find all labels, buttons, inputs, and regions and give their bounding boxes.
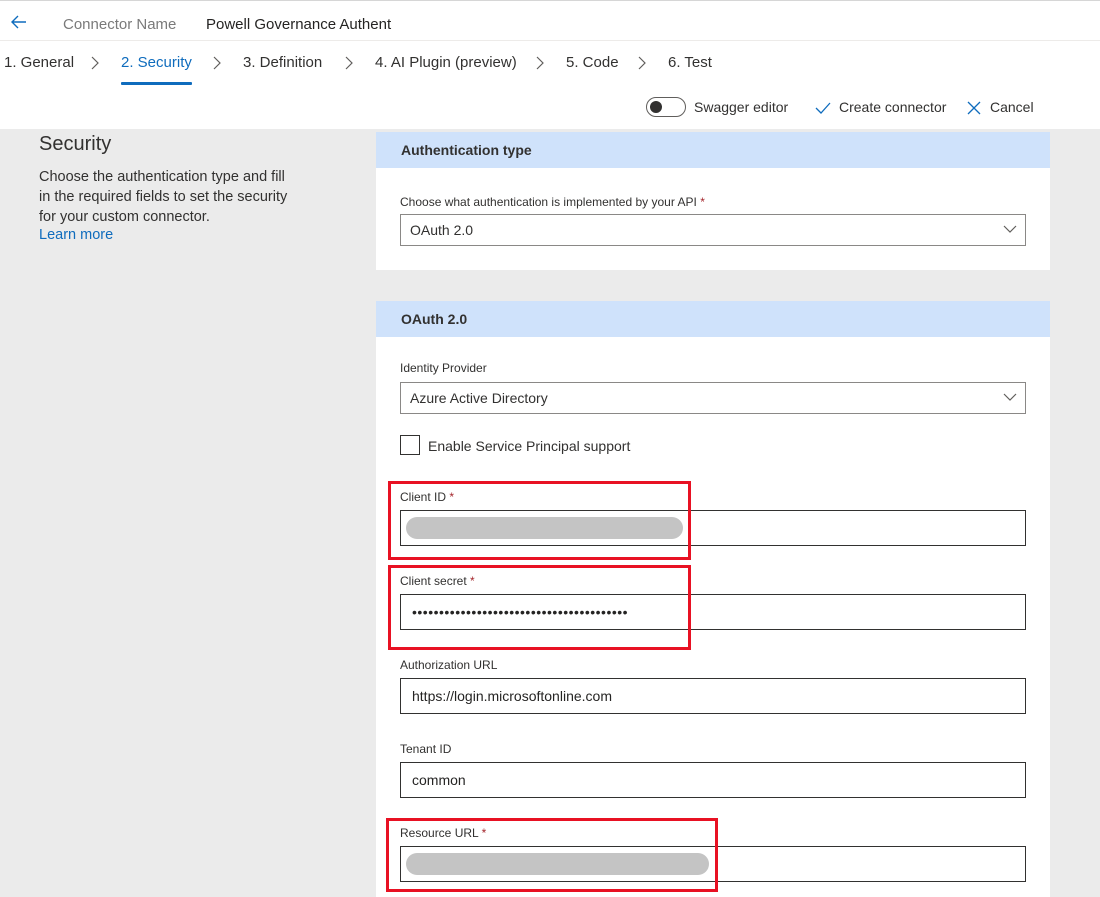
checkmark-icon: [815, 102, 831, 114]
chevron-down-icon: [1003, 225, 1017, 233]
required-mark: *: [700, 195, 705, 209]
identity-provider-dropdown[interactable]: Azure Active Directory: [400, 382, 1026, 414]
tenant-id-label: Tenant ID: [400, 742, 452, 756]
service-principal-label: Enable Service Principal support: [428, 438, 631, 454]
auth-type-dropdown[interactable]: OAuth 2.0: [400, 214, 1026, 246]
authorization-url-label: Authorization URL: [400, 658, 498, 672]
arrow-left-icon: [11, 15, 26, 29]
auth-type-label: Choose what authentication is implemente…: [400, 195, 705, 209]
highlight-box-client-secret: [388, 565, 691, 650]
chevron-right-icon: [345, 56, 353, 70]
connector-name-value[interactable]: Powell Governance Authent: [206, 16, 391, 33]
chevron-right-icon: [213, 56, 221, 70]
back-button[interactable]: [8, 11, 30, 33]
step-security[interactable]: 2. Security: [121, 54, 192, 71]
chevron-right-icon: [638, 56, 646, 70]
oauth2-header: OAuth 2.0: [376, 301, 1050, 337]
cancel-label: Cancel: [990, 99, 1034, 115]
connector-name-label: Connector Name: [63, 16, 177, 33]
identity-provider-selected: Azure Active Directory: [410, 390, 548, 406]
learn-more-link[interactable]: Learn more: [39, 227, 113, 243]
step-code[interactable]: 5. Code: [566, 54, 619, 71]
section-title: Security: [39, 133, 112, 155]
swagger-editor-label[interactable]: Swagger editor: [694, 99, 788, 115]
highlight-box-resource-url: [386, 818, 718, 892]
highlight-box-client-id: [388, 481, 691, 560]
close-icon: [967, 101, 981, 115]
section-description: Choose the authentication type and fill …: [39, 169, 288, 225]
step-general[interactable]: 1. General: [4, 54, 74, 71]
top-bar: Connector Name Powell Governance Authent: [0, 0, 1100, 41]
step-ai-plugin[interactable]: 4. AI Plugin (preview): [375, 54, 517, 71]
authorization-url-input[interactable]: https://login.microsoftonline.com: [400, 678, 1026, 714]
wizard-steps: 1. General 2. Security 3. Definition 4. …: [0, 41, 1100, 89]
create-connector-button[interactable]: Create connector: [812, 95, 948, 121]
tenant-id-input[interactable]: common: [400, 762, 1026, 798]
toolbar: Swagger editor Create connector Cancel: [0, 89, 1100, 129]
auth-type-selected: OAuth 2.0: [410, 222, 474, 238]
chevron-right-icon: [91, 56, 99, 70]
toggle-knob: [650, 101, 662, 113]
swagger-editor-toggle[interactable]: [646, 97, 686, 117]
chevron-right-icon: [536, 56, 544, 70]
step-test[interactable]: 6. Test: [668, 54, 712, 71]
authentication-type-card: Authentication type Choose what authenti…: [376, 132, 1050, 270]
cancel-button[interactable]: Cancel: [964, 95, 1034, 121]
identity-provider-label: Identity Provider: [400, 361, 487, 375]
authentication-type-header: Authentication type: [376, 132, 1050, 168]
create-connector-label: Create connector: [839, 99, 947, 115]
active-step-indicator: [121, 82, 192, 85]
auth-type-label-text: Choose what authentication is implemente…: [400, 195, 697, 209]
chevron-down-icon: [1003, 393, 1017, 401]
service-principal-checkbox[interactable]: [400, 435, 420, 455]
step-definition[interactable]: 3. Definition: [243, 54, 322, 71]
